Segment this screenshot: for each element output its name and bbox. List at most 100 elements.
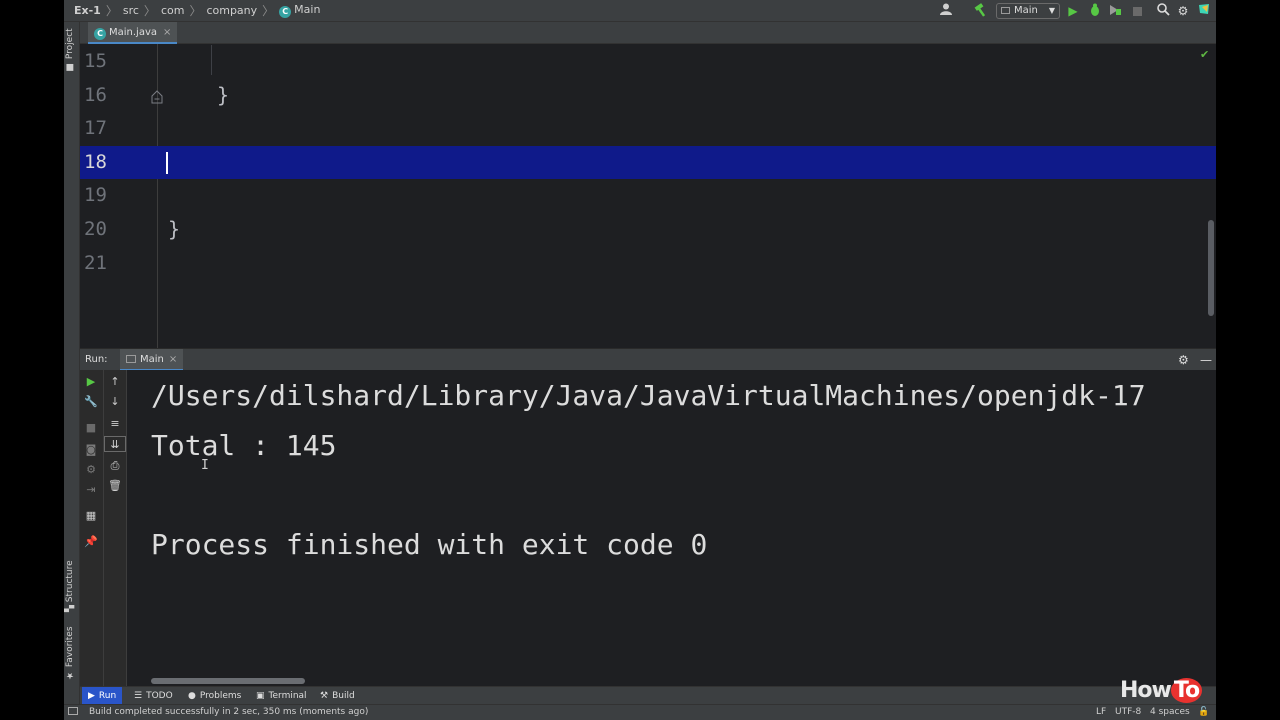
hammer-icon: ⚒ <box>320 691 329 701</box>
ide-window: Ex-1 〉 src 〉 com 〉 company 〉 C Main Main ▼… <box>64 0 1216 720</box>
terminal-icon: ▣ <box>256 691 265 701</box>
rerun-button[interactable]: ▶ <box>80 374 102 390</box>
search-icon <box>1156 3 1170 16</box>
line-number: 21 <box>84 251 107 274</box>
current-code-line[interactable]: 18 <box>80 145 1216 180</box>
arrow-up-icon[interactable]: ↑ <box>104 374 126 390</box>
arrow-down-icon[interactable]: ↓ <box>104 394 126 410</box>
status-message[interactable]: Build completed successfully in 2 sec, 3… <box>89 705 368 720</box>
fold-marker-icon[interactable] <box>150 88 164 104</box>
stop-icon <box>1132 7 1142 16</box>
code-line[interactable]: 15 <box>80 45 1216 79</box>
layout-icon[interactable]: ▦ <box>80 508 102 524</box>
run-tool-window-header: Run: Main × ⚙ — <box>80 348 1216 371</box>
project-tool-label: Project <box>65 28 75 60</box>
chevron-right-icon: 〉 <box>143 4 156 18</box>
console-icon <box>126 355 136 363</box>
lock-icon[interactable]: 🔓 <box>1198 705 1209 720</box>
status-bar: Build completed successfully in 2 sec, 3… <box>64 704 1216 720</box>
run-tool-label: Run <box>98 691 117 701</box>
code-line[interactable]: 17 <box>80 112 1216 146</box>
run-tab-main[interactable]: Main × <box>120 349 184 371</box>
run-tab-label: Main <box>140 354 164 365</box>
problems-tool-button[interactable]: ● Problems <box>182 687 247 705</box>
console-actions-toolbar: ↑ ↓ ≡ ⇊ ⎙ 🗑 <box>104 370 127 686</box>
breadcrumb-main[interactable]: C Main <box>275 3 324 18</box>
run-button[interactable]: ▶ <box>1064 3 1082 19</box>
code-line[interactable]: 16 } <box>80 79 1216 113</box>
editor-vertical-scrollbar[interactable] <box>1208 220 1214 316</box>
hammer-icon-glyph <box>974 3 986 17</box>
tab-main-java[interactable]: C Main.java × <box>88 22 178 44</box>
star-icon: ★ <box>65 667 75 680</box>
toggle-tool-windows-icon[interactable] <box>68 705 78 720</box>
console-line: /Users/dilshard/Library/Java/JavaVirtual… <box>151 379 1146 412</box>
todo-tool-label: TODO <box>146 691 173 701</box>
terminal-tool-button[interactable]: ▣ Terminal <box>250 687 313 705</box>
editor-tab-bar: C Main.java × <box>80 22 1216 44</box>
run-window-settings-button[interactable]: ⚙ <box>1178 349 1189 371</box>
console-output[interactable]: /Users/dilshard/Library/Java/JavaVirtual… <box>127 370 1216 686</box>
console-line: Process finished with exit code 0 <box>151 528 708 561</box>
inspection-ok-icon[interactable]: ✔ <box>1200 48 1209 61</box>
structure-tool-button[interactable]: ▚ Structure <box>65 558 79 612</box>
user-icon[interactable] <box>936 3 958 19</box>
breadcrumb-com[interactable]: com <box>157 4 189 17</box>
code-line[interactable]: 20 } <box>80 213 1216 247</box>
play-icon: ▶ <box>88 691 95 701</box>
run-tool-button[interactable]: ▶ Run <box>82 687 123 705</box>
print-icon[interactable]: ⎙ <box>104 458 126 474</box>
gear-icon[interactable]: ⚙ <box>80 462 102 478</box>
trash-icon[interactable]: 🗑 <box>104 478 126 494</box>
close-run-tab-icon[interactable]: × <box>169 354 177 365</box>
hammer-icon[interactable] <box>972 3 990 19</box>
stop-icon[interactable]: ■ <box>80 420 102 436</box>
todo-tool-button[interactable]: ☰ TODO <box>128 687 179 705</box>
run-configuration-selector[interactable]: Main ▼ <box>996 3 1060 19</box>
login-icon[interactable]: ⇥ <box>80 482 102 498</box>
build-tool-button[interactable]: ⚒ Build <box>314 687 361 705</box>
line-number: 16 <box>84 83 107 106</box>
folder-icon: ■ <box>65 59 75 72</box>
camera-icon[interactable]: ◙ <box>80 442 102 458</box>
pin-icon[interactable]: 📌 <box>80 534 102 550</box>
stop-button[interactable] <box>1128 3 1146 19</box>
console-line: Total : 145 <box>151 429 337 462</box>
toolbox-icon <box>1199 4 1209 14</box>
gear-icon: ⚙ <box>1177 4 1189 18</box>
wrench-icon[interactable]: 🔧 <box>80 394 102 410</box>
search-button[interactable] <box>1154 3 1172 19</box>
scroll-to-end-icon[interactable]: ⇊ <box>104 436 126 452</box>
jetbrains-toolbox-icon[interactable] <box>1196 3 1212 19</box>
bug-icon <box>1091 3 1099 16</box>
square-icon <box>68 707 78 715</box>
soft-wrap-icon[interactable]: ≡ <box>104 416 126 432</box>
chevron-right-icon: 〉 <box>262 4 275 18</box>
breadcrumb-src[interactable]: src <box>119 4 143 17</box>
close-tab-icon[interactable]: × <box>163 27 171 38</box>
left-tool-strip: ■ Project ▚ Structure ★ Favorites <box>64 22 80 704</box>
settings-button[interactable]: ⚙ <box>1174 3 1192 19</box>
code-editor[interactable]: 15 16 } 17 18 19 20 } 21 ✔ <box>80 44 1216 348</box>
console-horizontal-scrollbar[interactable] <box>151 678 305 684</box>
encoding-indicator[interactable]: UTF-8 <box>1115 705 1141 720</box>
hide-run-window-button[interactable]: — <box>1200 349 1212 371</box>
indent-indicator[interactable]: 4 spaces <box>1150 705 1190 720</box>
mouse-ibeam-cursor: I <box>201 458 209 473</box>
navigation-bar: Ex-1 〉 src 〉 com 〉 company 〉 C Main Main ▼… <box>64 0 1216 22</box>
breadcrumb-project[interactable]: Ex-1 <box>64 4 105 17</box>
class-icon: C <box>94 28 106 40</box>
fold-marker-glyph <box>151 90 163 104</box>
coverage-button[interactable] <box>1106 3 1124 19</box>
coverage-icon <box>1110 5 1121 15</box>
run-config-label: Main <box>1014 5 1038 16</box>
breadcrumb-company[interactable]: company <box>202 4 261 17</box>
project-tool-button[interactable]: ■ Project <box>65 28 79 72</box>
minimize-icon: — <box>1200 353 1212 367</box>
favorites-tool-button[interactable]: ★ Favorites <box>65 626 79 680</box>
debug-button[interactable] <box>1086 3 1104 19</box>
line-separator-indicator[interactable]: LF <box>1096 705 1106 720</box>
code-line[interactable]: 21 <box>80 247 1216 281</box>
code-line[interactable]: 19 <box>80 179 1216 213</box>
indent-guide <box>211 45 212 75</box>
